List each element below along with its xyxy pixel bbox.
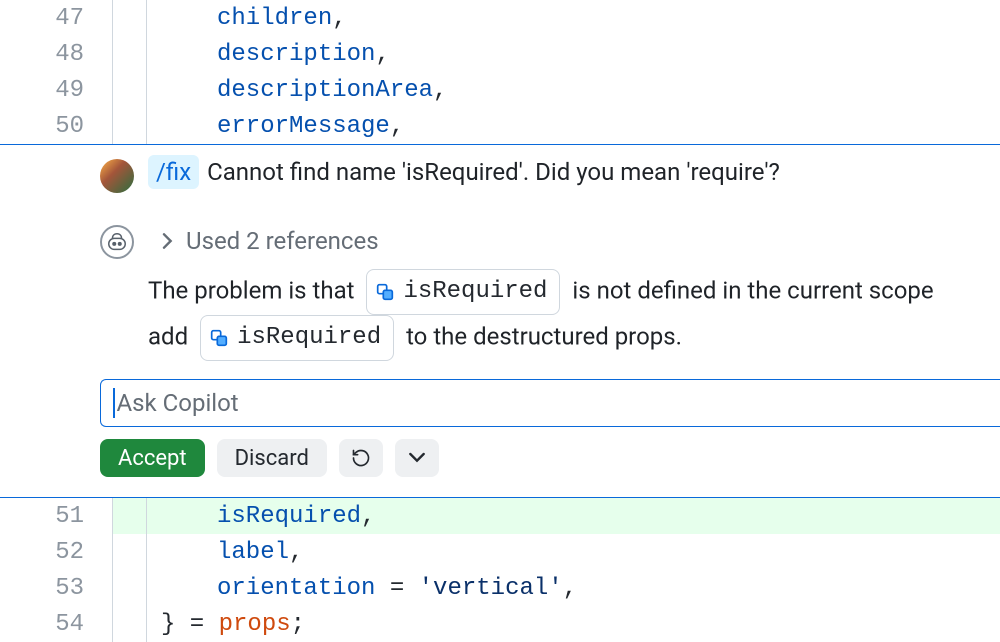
ask-copilot-input[interactable]: Ask Copilot: [100, 379, 1000, 427]
line-number: 52: [0, 539, 112, 566]
code-line: 47 children,: [0, 0, 1000, 36]
copilot-chat-panel: /fix Cannot find name 'isRequired'. Did …: [0, 145, 1000, 497]
code-line: 48 description,: [0, 36, 1000, 72]
symbol-icon: [209, 328, 229, 348]
code-token: props: [219, 611, 291, 638]
text-caret: [113, 388, 115, 418]
line-number: 50: [0, 113, 112, 140]
symbol-chip[interactable]: isRequired: [366, 269, 560, 315]
action-button-row: Accept Discard: [0, 439, 1000, 477]
code-line: 52 label,: [0, 534, 1000, 570]
line-number: 54: [0, 611, 112, 638]
code-token: label: [217, 539, 289, 566]
code-block-bottom: 51 isRequired, 52 label, 53 orientation …: [0, 498, 1000, 642]
code-token: errorMessage: [217, 113, 390, 140]
code-token: descriptionArea: [217, 77, 433, 104]
user-avatar: [100, 159, 134, 193]
line-number: 51: [0, 503, 112, 530]
references-row[interactable]: Used 2 references: [0, 223, 1000, 259]
refresh-icon: [351, 448, 371, 468]
chevron-down-icon: [409, 452, 425, 464]
references-label: Used 2 references: [186, 227, 379, 255]
line-number: 47: [0, 5, 112, 32]
fix-command-chip[interactable]: /fix: [148, 155, 199, 189]
code-line-added: 51 isRequired,: [0, 498, 1000, 534]
code-block-top: 47 children, 48 description, 49 descript…: [0, 0, 1000, 144]
chevron-right-icon: [162, 227, 174, 255]
line-number: 53: [0, 575, 112, 602]
symbol-icon: [375, 282, 395, 302]
copilot-avatar: [100, 225, 134, 259]
code-token: isRequired: [217, 503, 361, 530]
user-message-text: Cannot find name 'isRequired'. Did you m…: [207, 155, 780, 189]
line-number: 49: [0, 77, 112, 104]
copilot-explanation: The problem is that isRequired is not de…: [0, 269, 1000, 361]
code-token: orientation: [217, 575, 375, 602]
code-token: children: [217, 5, 332, 32]
code-line: 54 } = props;: [0, 606, 1000, 642]
code-line: 53 orientation = 'vertical',: [0, 570, 1000, 606]
code-token: description: [217, 41, 375, 68]
line-number: 48: [0, 41, 112, 68]
discard-button[interactable]: Discard: [217, 439, 327, 477]
code-line: 49 descriptionArea,: [0, 72, 1000, 108]
code-line: 50 errorMessage,: [0, 108, 1000, 144]
symbol-chip[interactable]: isRequired: [200, 315, 394, 361]
more-options-button[interactable]: [395, 439, 439, 477]
accept-button[interactable]: Accept: [100, 439, 205, 477]
code-string: 'vertical': [419, 575, 563, 602]
retry-button[interactable]: [339, 439, 383, 477]
user-message-row: /fix Cannot find name 'isRequired'. Did …: [0, 155, 1000, 193]
input-placeholder: Ask Copilot: [117, 389, 239, 417]
